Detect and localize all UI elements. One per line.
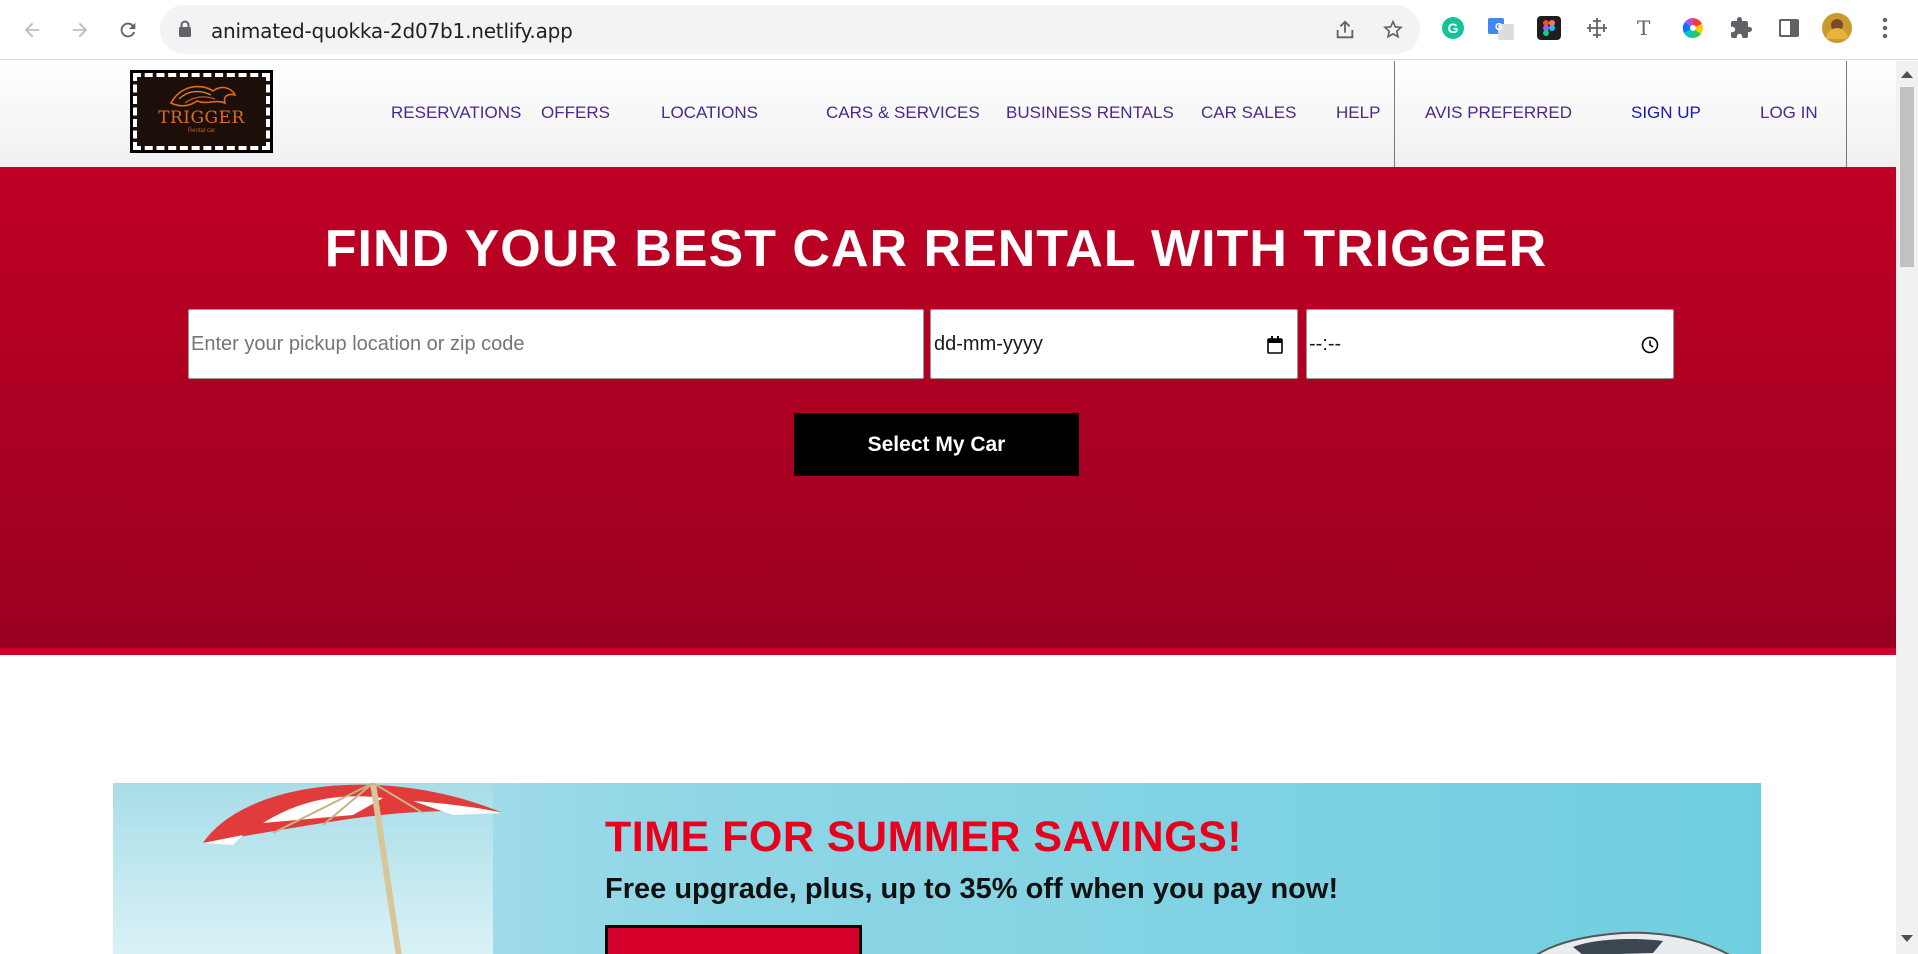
share-icon bbox=[1336, 20, 1354, 39]
pickup-time-input[interactable]: --:-- bbox=[1306, 309, 1674, 379]
side-panel-button[interactable] bbox=[1774, 13, 1804, 43]
scroll-down-arrow-icon[interactable] bbox=[1901, 935, 1913, 942]
more-vertical-icon bbox=[1882, 17, 1888, 39]
color-picker-extension[interactable] bbox=[1678, 13, 1708, 43]
promo-title: TIME FOR SUMMER SAVINGS! bbox=[605, 813, 1243, 861]
grammarly-icon: G bbox=[1442, 17, 1464, 39]
scroll-up-arrow-icon[interactable] bbox=[1901, 71, 1913, 78]
move-cross-icon bbox=[1587, 18, 1607, 38]
scrollbar-thumb[interactable] bbox=[1900, 87, 1914, 267]
calendar-icon[interactable] bbox=[1267, 336, 1283, 354]
figma-extension[interactable] bbox=[1534, 13, 1564, 43]
reload-icon bbox=[120, 22, 136, 38]
hero-title: FIND YOUR BEST CAR RENTAL WITH TRIGGER bbox=[324, 220, 1548, 278]
star-icon bbox=[1383, 19, 1403, 39]
translate-icon: G bbox=[1488, 18, 1514, 40]
nav-sign-up[interactable]: SIGN UP bbox=[1631, 103, 1701, 123]
lock-icon bbox=[179, 20, 191, 37]
hero-section: FIND YOUR BEST CAR RENTAL WITH TRIGGER E… bbox=[0, 167, 1896, 655]
nav-divider-right bbox=[1846, 61, 1847, 167]
lion-logo-icon bbox=[169, 85, 237, 107]
clock-icon[interactable] bbox=[1641, 336, 1659, 354]
promo-cta-button[interactable] bbox=[605, 925, 862, 954]
text-tool-icon: T bbox=[1637, 16, 1651, 40]
extensions-button[interactable] bbox=[1726, 13, 1756, 43]
side-panel-icon bbox=[1779, 19, 1799, 37]
nav-log-in[interactable]: LOG IN bbox=[1760, 103, 1818, 123]
nav-help[interactable]: HELP bbox=[1336, 103, 1380, 123]
svg-text:T: T bbox=[1637, 16, 1651, 40]
beach-umbrella-image bbox=[203, 783, 503, 954]
nav-car-sales[interactable]: CAR SALES bbox=[1201, 103, 1296, 123]
arrow-left-icon bbox=[24, 22, 40, 38]
reload-button[interactable] bbox=[110, 12, 146, 48]
pickup-date-input[interactable]: dd-mm-yyyy bbox=[930, 309, 1298, 379]
summer-promo-banner: TIME FOR SUMMER SAVINGS! Free upgrade, p… bbox=[113, 783, 1761, 954]
arrow-right-icon bbox=[72, 22, 88, 38]
address-bar[interactable]: animated-quokka-2d07b1.netlify.app bbox=[160, 5, 1420, 54]
forward-button[interactable] bbox=[62, 12, 98, 48]
puzzle-icon bbox=[1731, 17, 1752, 38]
nav-avis-preferred[interactable]: AVIS PREFERRED bbox=[1425, 103, 1572, 123]
grammarly-extension[interactable]: G bbox=[1438, 13, 1468, 43]
trigger-logo[interactable]: TRIGGER Rental car bbox=[130, 70, 273, 153]
pickup-location-input[interactable]: Enter your pickup location or zip code bbox=[188, 309, 924, 379]
promo-subtitle: Free upgrade, plus, up to 35% off when y… bbox=[605, 873, 1339, 905]
browser-menu-button[interactable] bbox=[1870, 13, 1900, 43]
site-header: TRIGGER Rental car RESERVATIONS OFFERS L… bbox=[0, 61, 1896, 167]
pickup-time-placeholder: --:-- bbox=[1309, 332, 1342, 355]
nav-locations[interactable]: LOCATIONS bbox=[661, 103, 758, 123]
browser-toolbar: animated-quokka-2d07b1.netlify.app G G T bbox=[0, 0, 1918, 60]
nav-cars-services[interactable]: CARS & SERVICES bbox=[826, 103, 980, 123]
pickup-location-placeholder: Enter your pickup location or zip code bbox=[191, 332, 525, 355]
nav-reservations[interactable]: RESERVATIONS bbox=[391, 103, 521, 123]
back-button[interactable] bbox=[14, 12, 50, 48]
translate-extension[interactable]: G bbox=[1486, 13, 1516, 43]
measure-extension[interactable] bbox=[1582, 13, 1612, 43]
nav-business-rentals[interactable]: BUSINESS RENTALS bbox=[1006, 103, 1174, 123]
select-my-car-button[interactable]: Select My Car bbox=[794, 413, 1079, 476]
profile-button[interactable] bbox=[1822, 13, 1852, 43]
font-extension[interactable]: T bbox=[1630, 13, 1660, 43]
bookmark-button[interactable] bbox=[1380, 17, 1406, 43]
logo-subtext: Rental car bbox=[187, 127, 216, 134]
figma-icon bbox=[1537, 16, 1561, 40]
avatar bbox=[1822, 13, 1852, 43]
nav-offers[interactable]: OFFERS bbox=[541, 103, 610, 123]
nav-divider bbox=[1394, 61, 1395, 167]
page-scrollbar[interactable] bbox=[1896, 61, 1918, 954]
page-viewport: TRIGGER Rental car RESERVATIONS OFFERS L… bbox=[0, 61, 1896, 954]
pickup-date-placeholder: dd-mm-yyyy bbox=[934, 332, 1043, 355]
url-text: animated-quokka-2d07b1.netlify.app bbox=[211, 19, 573, 43]
car-image bbox=[1536, 931, 1730, 954]
share-button[interactable] bbox=[1332, 17, 1358, 43]
svg-text:G: G bbox=[1448, 20, 1459, 36]
svg-text:G: G bbox=[1495, 22, 1503, 33]
color-wheel-icon bbox=[1682, 18, 1703, 39]
